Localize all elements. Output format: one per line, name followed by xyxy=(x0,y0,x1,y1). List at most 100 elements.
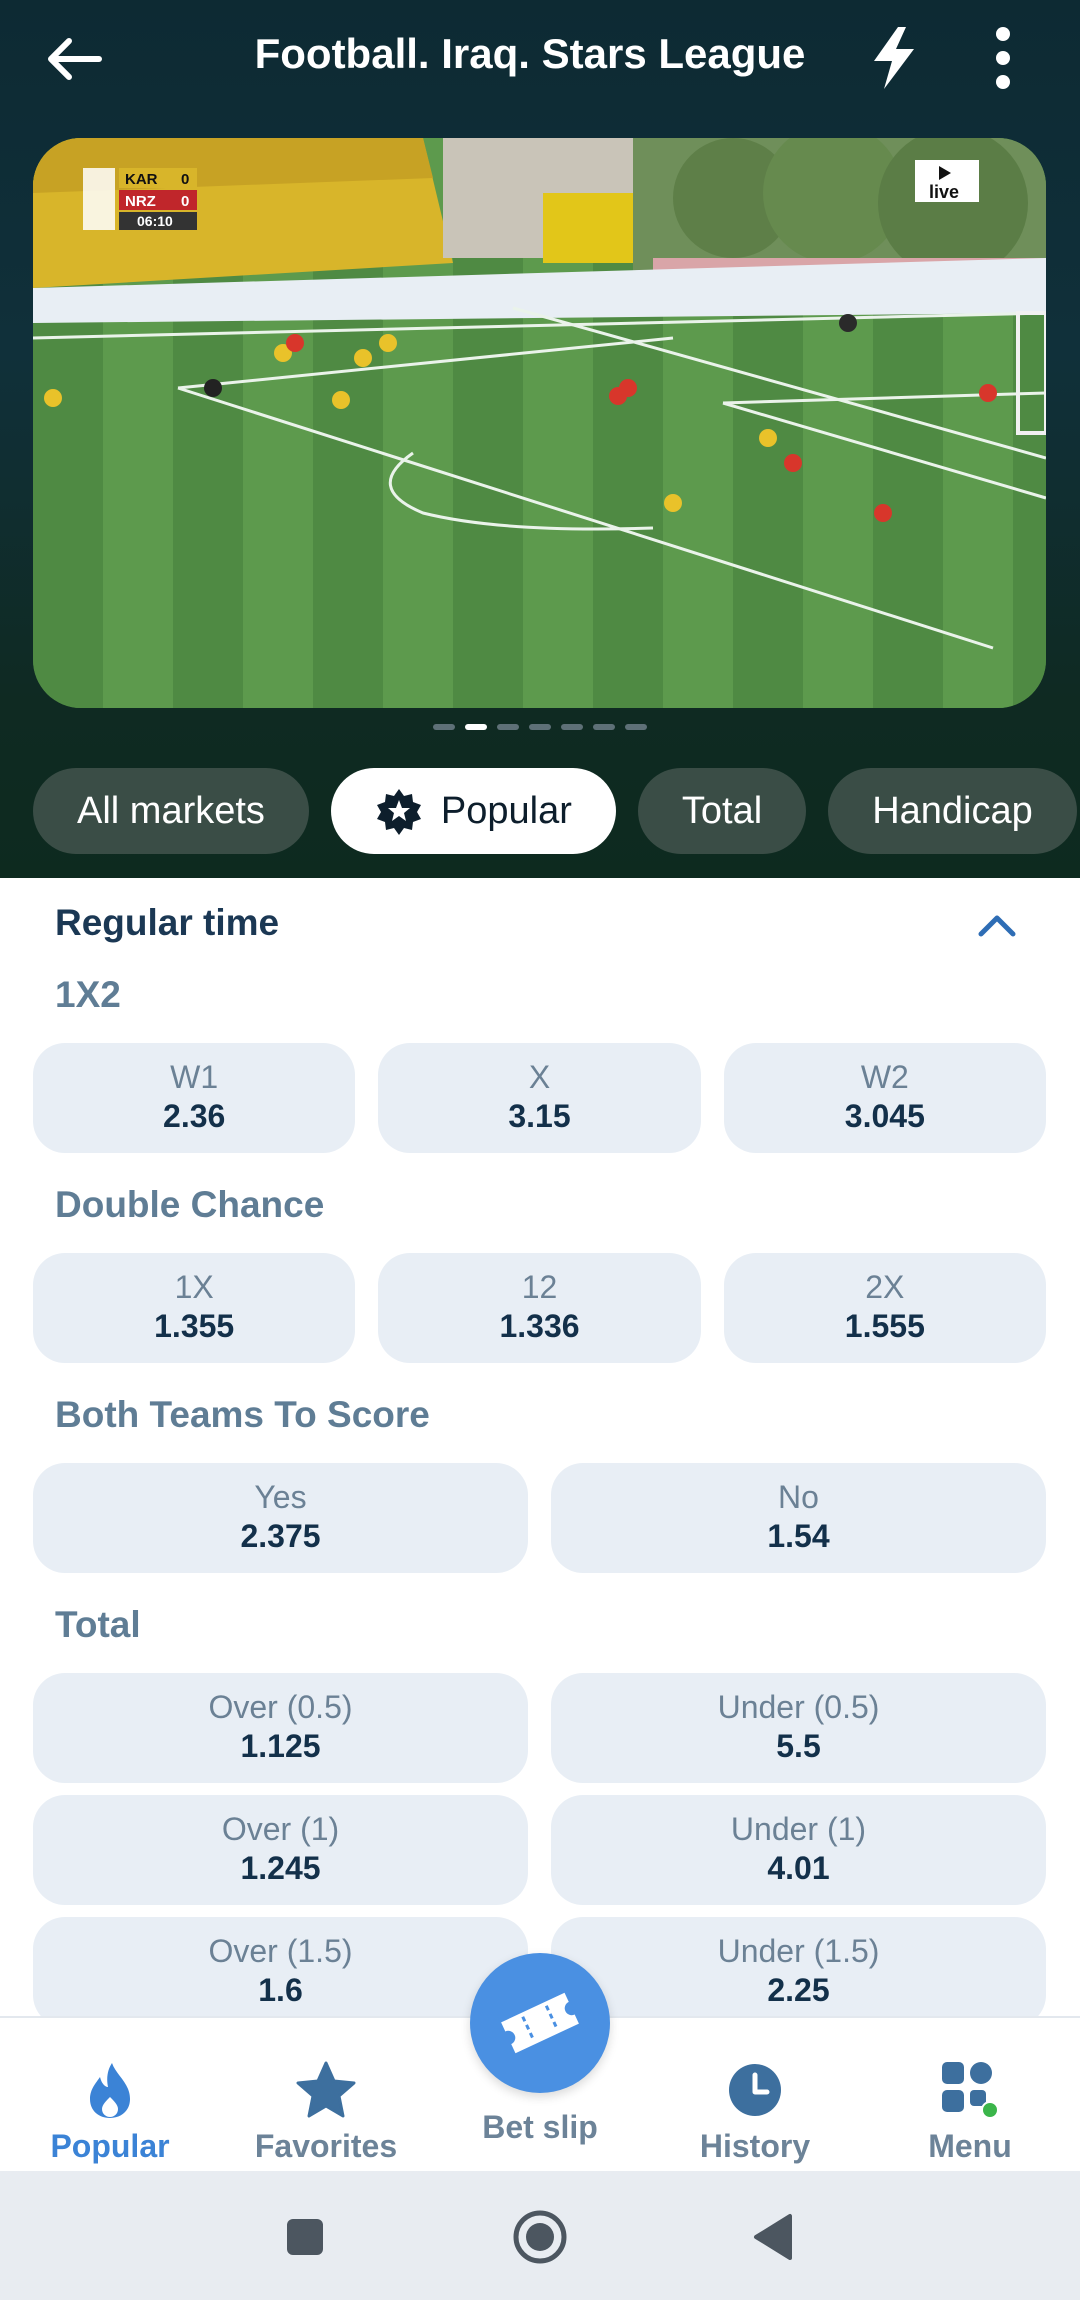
odds-button-under-1-5[interactable]: Under (1.5) 2.25 xyxy=(551,1917,1046,2018)
carousel-indicator xyxy=(0,724,1080,730)
odds-button-yes[interactable]: Yes 2.375 xyxy=(33,1463,528,1573)
chip-handicap[interactable]: Handicap xyxy=(828,768,1077,854)
nav-label: Popular xyxy=(50,2128,170,2164)
odds-button-1x[interactable]: 1X 1.355 xyxy=(33,1253,356,1363)
odds-button-no[interactable]: No 1.54 xyxy=(551,1463,1046,1573)
chip-label: Popular xyxy=(440,789,572,832)
carousel-dot[interactable] xyxy=(465,724,487,730)
odds-label: 1X xyxy=(174,1269,214,1305)
carousel-dot[interactable] xyxy=(561,724,583,730)
home-circle-icon xyxy=(513,2210,567,2264)
odds-label: 2X xyxy=(865,1269,905,1305)
carousel-dot[interactable] xyxy=(593,724,615,730)
scoreboard-overlay: KAR 0 NRZ 0 06:10 xyxy=(83,168,197,230)
odds-button-under-0-5[interactable]: Under (0.5) 5.5 xyxy=(551,1673,1046,1783)
carousel-dot[interactable] xyxy=(497,724,519,730)
nav-popular[interactable]: Popular xyxy=(20,2018,200,2173)
live-badge: live xyxy=(915,160,979,202)
more-vertical-icon xyxy=(996,27,1010,89)
market-row-total-1: Over (1) 1.245 Under (1) 4.01 xyxy=(33,1795,1046,1905)
carousel-dot[interactable] xyxy=(625,724,647,730)
odds-value: 2.25 xyxy=(767,1972,830,2009)
carousel-dot[interactable] xyxy=(433,724,455,730)
grid-menu-icon xyxy=(940,2058,1000,2122)
recent-apps-button[interactable] xyxy=(273,2205,337,2269)
carousel-dot[interactable] xyxy=(529,724,551,730)
badge-star-icon xyxy=(375,787,423,835)
odds-value: 1.6 xyxy=(258,1972,303,2009)
odds-button-w2[interactable]: W2 3.045 xyxy=(723,1043,1046,1153)
odds-label: 12 xyxy=(521,1269,558,1305)
odds-label: Under (1) xyxy=(730,1811,867,1847)
market-row-1x2: W1 2.36 X 3.15 W2 3.045 xyxy=(33,1043,1046,1153)
odds-value: 1.555 xyxy=(844,1308,925,1345)
odds-label: Over (1) xyxy=(221,1811,340,1847)
market-title-total: Total xyxy=(55,1604,141,1645)
nav-menu[interactable]: Menu xyxy=(880,2018,1060,2173)
section-title: Regular time xyxy=(55,902,280,943)
page-title: Football. Iraq. Stars League xyxy=(254,30,806,77)
nav-favorites[interactable]: Favorites xyxy=(236,2018,416,2173)
markets-content: Regular time 1X2 W1 2.36 X 3.15 W2 3.045… xyxy=(0,878,1080,2018)
nav-label: Favorites xyxy=(254,2128,398,2164)
chip-popular[interactable]: Popular xyxy=(330,768,616,854)
odds-button-over-1[interactable]: Over (1) 1.245 xyxy=(33,1795,528,1905)
home-button[interactable] xyxy=(508,2205,572,2269)
odds-button-12[interactable]: 12 1.336 xyxy=(378,1253,701,1363)
odds-value: 2.36 xyxy=(163,1098,226,1135)
odds-label: Under (1.5) xyxy=(717,1933,880,1969)
clock-icon xyxy=(728,2058,782,2122)
odds-label: Under (0.5) xyxy=(717,1689,880,1725)
market-row-btts: Yes 2.375 No 1.54 xyxy=(33,1463,1046,1573)
odds-label: No xyxy=(778,1479,819,1515)
match-video-frame: KAR 0 NRZ 0 06:10 live xyxy=(33,138,1046,708)
market-title-1x2: 1X2 xyxy=(55,974,121,1015)
top-area: Football. Iraq. Stars League KAR 0 NRZ 0… xyxy=(0,0,1080,880)
odds-button-x[interactable]: X 3.15 xyxy=(378,1043,701,1153)
odds-value: 3.15 xyxy=(508,1098,571,1135)
quick-bet-button[interactable] xyxy=(858,22,928,94)
nav-label: History xyxy=(699,2128,811,2164)
odds-button-over-0-5[interactable]: Over (0.5) 1.125 xyxy=(33,1673,528,1783)
more-options-button[interactable] xyxy=(970,22,1036,94)
lightning-icon xyxy=(874,27,914,89)
live-video-player[interactable]: KAR 0 NRZ 0 06:10 live xyxy=(33,138,1046,708)
chevron-up-icon[interactable] xyxy=(975,908,1019,942)
market-row-double-chance: 1X 1.355 12 1.336 2X 1.555 xyxy=(33,1253,1046,1363)
bet-slip-button[interactable] xyxy=(470,1953,610,2093)
back-button[interactable] xyxy=(40,24,110,94)
live-badge-label: live xyxy=(929,182,959,202)
flame-icon xyxy=(86,2058,134,2122)
chip-all-markets[interactable]: All markets xyxy=(33,768,309,854)
odds-value: 1.245 xyxy=(240,1850,321,1887)
market-row-total-0-5: Over (0.5) 1.125 Under (0.5) 5.5 xyxy=(33,1673,1046,1783)
match-clock: 06:10 xyxy=(137,213,173,229)
odds-button-over-1-5[interactable]: Over (1.5) 1.6 xyxy=(33,1917,528,2018)
chip-total[interactable]: Total xyxy=(637,768,807,854)
home-team-abbr: KAR xyxy=(125,171,158,188)
system-navigation-bar xyxy=(0,2171,1080,2300)
odds-label: W1 xyxy=(170,1059,219,1095)
nav-history[interactable]: History xyxy=(665,2018,845,2173)
away-team-score: 0 xyxy=(181,193,189,210)
odds-value: 1.125 xyxy=(240,1728,321,1765)
away-team-abbr: NRZ xyxy=(125,193,156,210)
star-icon xyxy=(296,2058,356,2122)
odds-button-2x[interactable]: 2X 1.555 xyxy=(723,1253,1046,1363)
odds-label: Over (1.5) xyxy=(208,1933,353,1969)
odds-button-w1[interactable]: W1 2.36 xyxy=(33,1043,356,1153)
market-title-double-chance: Double Chance xyxy=(55,1184,325,1225)
odds-value: 5.5 xyxy=(776,1728,821,1765)
chip-label: Total xyxy=(681,789,763,832)
odds-value: 2.375 xyxy=(240,1518,321,1555)
chip-label: All markets xyxy=(77,789,265,832)
odds-label: Over (0.5) xyxy=(208,1689,353,1725)
odds-label: W2 xyxy=(860,1059,909,1095)
system-back-button[interactable] xyxy=(740,2205,804,2269)
market-title-btts: Both Teams To Score xyxy=(55,1394,430,1435)
odds-value: 4.01 xyxy=(767,1850,830,1887)
triangle-back-icon xyxy=(754,2214,792,2260)
header: Football. Iraq. Stars League xyxy=(0,0,1080,118)
chip-label: Handicap xyxy=(872,789,1033,832)
odds-button-under-1[interactable]: Under (1) 4.01 xyxy=(551,1795,1046,1905)
